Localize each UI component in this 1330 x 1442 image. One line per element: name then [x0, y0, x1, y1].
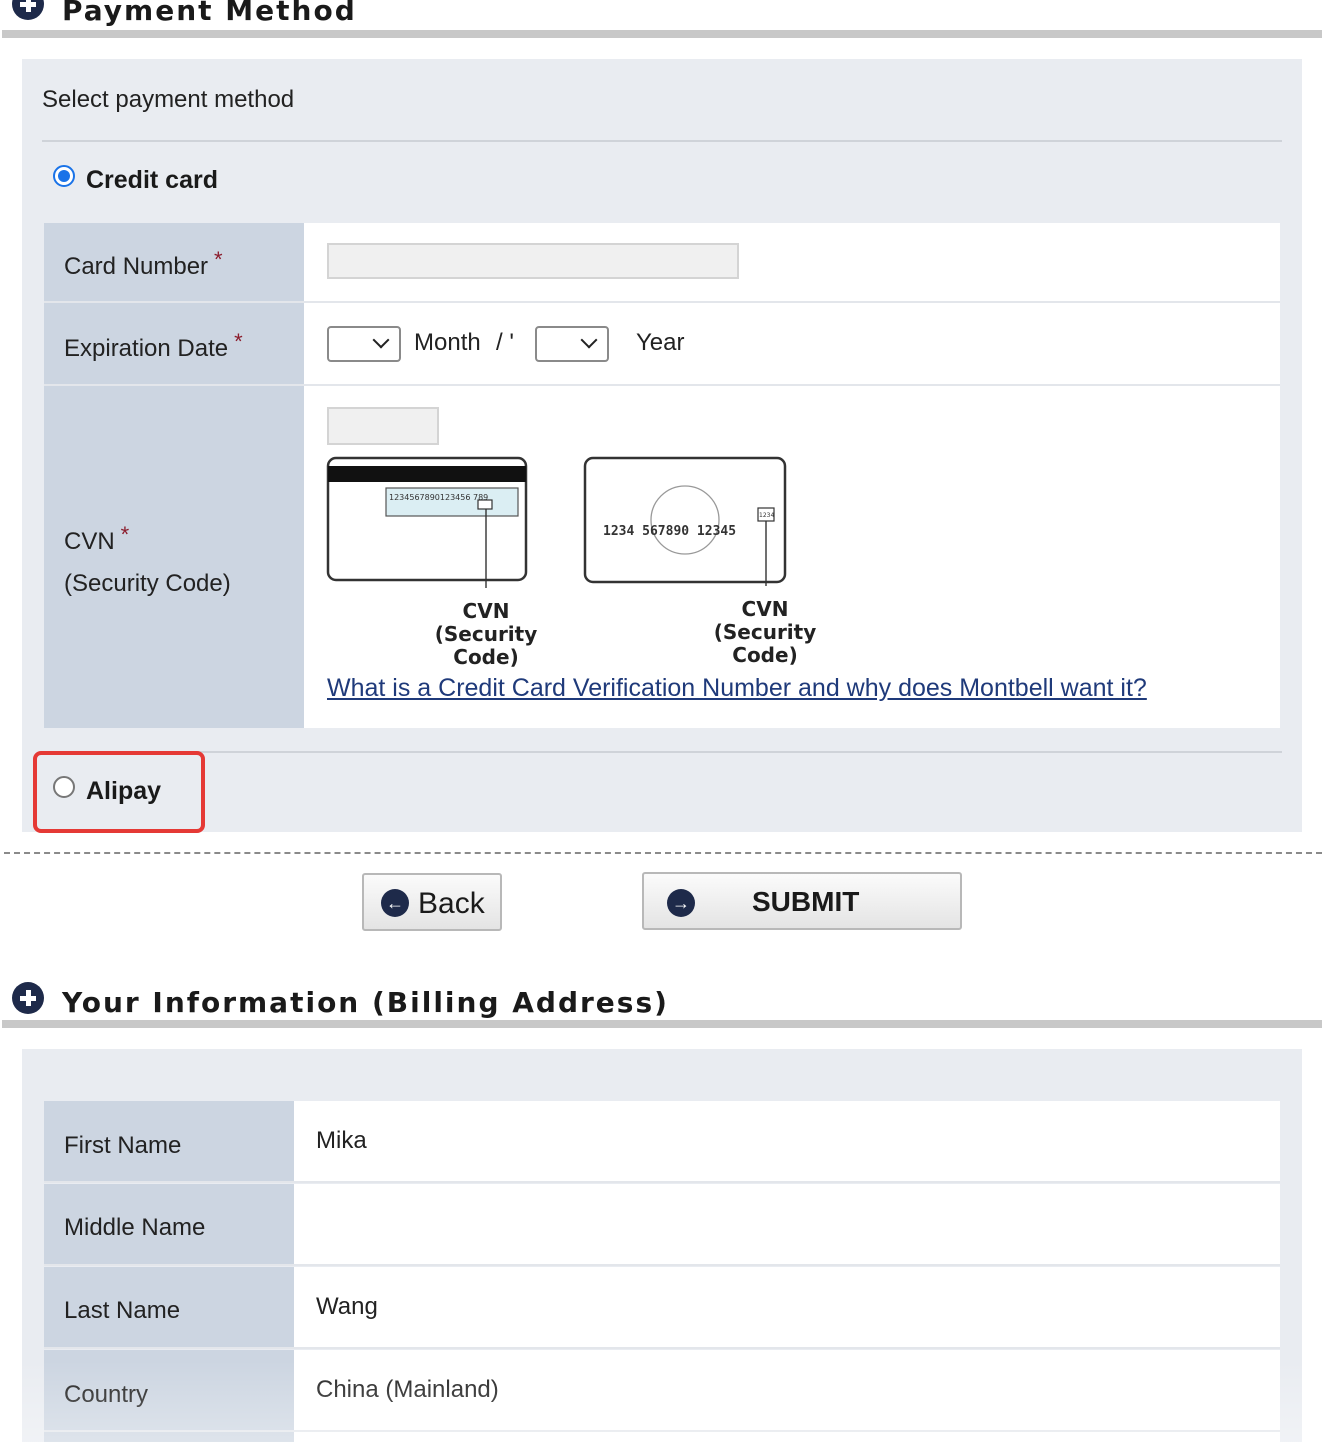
expiration-date-label: Expiration Date * [64, 329, 243, 363]
card-front-digits: 1234 567890 12345 [603, 524, 736, 539]
country-row: Country China (Mainland) [44, 1350, 1280, 1432]
next-row-partial [44, 1432, 1280, 1442]
country-value: China (Mainland) [316, 1376, 499, 1403]
last-name-label: Last Name [64, 1297, 181, 1324]
back-button[interactable]: ← Back [362, 873, 502, 931]
expiration-date-label-text: Expiration Date [64, 335, 229, 362]
cvn-help-link[interactable]: What is a Credit Card Verification Numbe… [327, 674, 1147, 703]
first-name-value: Mika [316, 1127, 367, 1154]
card-front-caption: CVN (Security Code) [680, 598, 850, 667]
card-number-row: Card Number * [44, 223, 1280, 303]
billing-address-title: Your Information (Billing Address) [62, 986, 669, 1019]
section-rule [2, 1020, 1322, 1028]
card-front-caption-line1: CVN [741, 597, 789, 621]
select-payment-method-label: Select payment method [42, 86, 295, 113]
chevron-down-icon [580, 331, 598, 349]
plus-circle-icon [12, 0, 44, 20]
card-back-caption: CVN (Security Code) [401, 600, 571, 669]
middle-name-row: Middle Name [44, 1184, 1280, 1266]
year-select[interactable] [535, 326, 609, 362]
first-name-row: First Name Mika [44, 1101, 1280, 1183]
divider [42, 751, 1282, 753]
credit-card-radio[interactable] [53, 165, 75, 187]
cvn-sublabel: (Security Code) [64, 570, 231, 597]
cvn-label-text: CVN [64, 528, 115, 555]
card-back-illustration: 1234567890123456 789 [326, 456, 528, 588]
first-name-label: First Name [64, 1132, 182, 1159]
back-button-label: Back [418, 887, 485, 920]
card-front-code-digits: 1234 [759, 512, 774, 519]
country-label: Country [64, 1381, 149, 1408]
middle-name-label: Middle Name [64, 1214, 206, 1241]
expiration-date-row: Expiration Date * Month / ' Year [44, 303, 1280, 386]
divider [42, 140, 1282, 142]
alipay-radio[interactable] [53, 776, 75, 798]
last-name-value: Wang [316, 1293, 378, 1320]
submit-button-label: SUBMIT [752, 886, 860, 917]
card-number-input[interactable] [327, 243, 739, 279]
last-name-row: Last Name Wang [44, 1267, 1280, 1349]
cvn-row: CVN * (Security Code) 1234567890123456 78… [44, 386, 1280, 728]
month-select[interactable] [327, 326, 401, 362]
arrow-left-circle-icon: ← [381, 889, 409, 917]
plus-circle-icon [12, 982, 44, 1014]
cvn-label-cell [44, 386, 304, 728]
required-mark: * [120, 522, 130, 547]
payment-method-title: Payment Method [62, 0, 357, 27]
card-number-label: Card Number * [64, 247, 223, 281]
date-separator: / ' [496, 329, 514, 356]
card-back-caption-line1: CVN [462, 599, 510, 623]
dashed-separator [4, 852, 1322, 854]
billing-address-header: Your Information (Billing Address) [0, 980, 1322, 1030]
month-label: Month [414, 329, 481, 356]
card-front-caption-line2: (Security Code) [713, 620, 817, 667]
credit-card-label[interactable]: Credit card [86, 166, 218, 195]
required-mark: * [214, 247, 223, 272]
next-row-label-cell [44, 1432, 294, 1442]
alipay-label[interactable]: Alipay [86, 777, 161, 806]
year-label: Year [636, 329, 685, 356]
card-back-strip-digits: 1234567890123456 789 [389, 493, 488, 502]
card-number-label-text: Card Number [64, 253, 209, 280]
required-mark: * [234, 329, 243, 354]
submit-button[interactable]: → SUBMIT [642, 872, 962, 930]
card-front-illustration: 1234 567890 12345 1234 [583, 456, 787, 586]
card-back-caption-line2: (Security Code) [434, 622, 538, 669]
chevron-down-icon [372, 331, 390, 349]
cvn-label: CVN * [64, 522, 129, 556]
arrow-right-circle-icon: → [667, 889, 695, 917]
section-rule [2, 30, 1322, 38]
payment-method-header: Payment Method [0, 0, 1322, 40]
cvn-input[interactable] [327, 407, 439, 445]
